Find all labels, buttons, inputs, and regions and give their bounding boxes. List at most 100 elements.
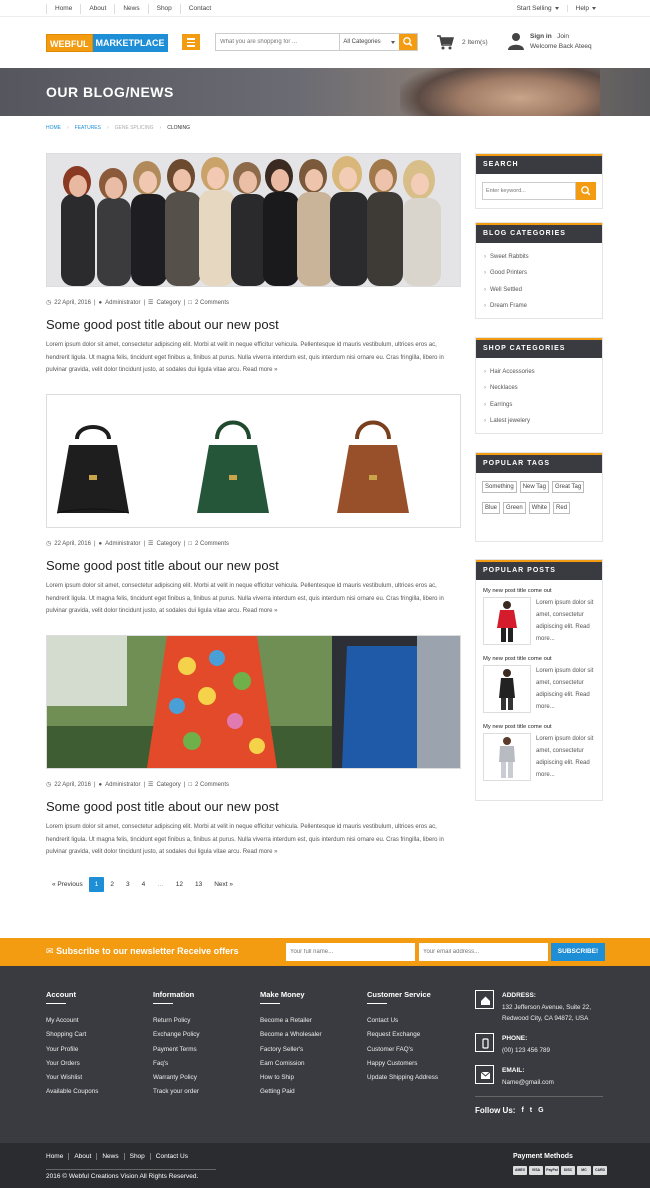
page-12[interactable]: 12 bbox=[170, 877, 189, 892]
top-nav-home[interactable]: Home bbox=[46, 3, 82, 14]
popular-post-item[interactable]: My new post title come out Lorem ipsum d… bbox=[483, 724, 595, 781]
post-image[interactable] bbox=[46, 394, 461, 528]
post-author[interactable]: Administrator bbox=[105, 300, 140, 306]
start-selling-dropdown[interactable]: Start Selling bbox=[509, 5, 567, 12]
top-nav-about[interactable]: About bbox=[81, 3, 116, 14]
footer-link[interactable]: Your Profile bbox=[46, 1043, 98, 1057]
sign-in-link[interactable]: Sign in bbox=[530, 33, 552, 40]
page-3[interactable]: 3 bbox=[120, 877, 136, 892]
twitter-icon[interactable]: t bbox=[530, 1107, 532, 1114]
post-image[interactable] bbox=[46, 635, 461, 769]
sidebar-search-input[interactable] bbox=[482, 182, 576, 200]
site-logo[interactable]: WEBFUL MARKETPLACE bbox=[46, 34, 168, 52]
footer-link[interactable]: Track your order bbox=[153, 1085, 200, 1099]
popular-post-title[interactable]: My new post title come out bbox=[483, 656, 595, 662]
tag-great-tag[interactable]: Great Tag bbox=[551, 481, 585, 493]
shop-category-item[interactable]: Latest jewelery bbox=[484, 413, 594, 429]
post-title[interactable]: Some good post title about our new post bbox=[46, 799, 461, 814]
bottom-nav-shop[interactable]: Shop bbox=[123, 1153, 150, 1160]
post-author[interactable]: Administrator bbox=[105, 782, 140, 788]
footer-link[interactable]: Return Policy bbox=[153, 1014, 200, 1028]
blog-category-item[interactable]: Well Settled bbox=[484, 282, 594, 298]
email-value[interactable]: Name@gmail.com bbox=[502, 1077, 554, 1088]
page-4[interactable]: 4 bbox=[136, 877, 152, 892]
sidebar-search-button[interactable] bbox=[576, 182, 596, 200]
blog-category-item[interactable]: Dream Frame bbox=[484, 298, 594, 314]
footer-link[interactable]: Faq's bbox=[153, 1057, 200, 1071]
post-comments[interactable]: 2 Comments bbox=[195, 541, 229, 547]
breadcrumb-home[interactable]: HOME bbox=[46, 125, 61, 131]
page-1[interactable]: 1 bbox=[88, 877, 105, 892]
post-category[interactable]: Category bbox=[156, 541, 180, 547]
header-search-button[interactable] bbox=[399, 34, 417, 50]
bottom-nav-contact[interactable]: Contact Us bbox=[149, 1153, 193, 1160]
newsletter-name-input[interactable] bbox=[286, 943, 415, 961]
read-more-link[interactable]: Read more » bbox=[243, 367, 278, 373]
post-image[interactable] bbox=[46, 153, 461, 287]
breadcrumb-features[interactable]: FEATURES bbox=[75, 125, 101, 131]
read-more-link[interactable]: Read more » bbox=[243, 849, 278, 855]
footer-link[interactable]: My Account bbox=[46, 1014, 98, 1028]
newsletter-email-input[interactable] bbox=[419, 943, 548, 961]
blog-category-item[interactable]: Sweet Rabbits bbox=[484, 249, 594, 265]
top-nav-contact[interactable]: Contact bbox=[181, 4, 219, 14]
blog-category-item[interactable]: Good Printers bbox=[484, 265, 594, 281]
shop-category-item[interactable]: Necklaces bbox=[484, 380, 594, 396]
tag-white[interactable]: White bbox=[528, 502, 551, 514]
menu-button[interactable] bbox=[182, 34, 200, 50]
footer-link[interactable]: Factory Seller's bbox=[260, 1043, 322, 1057]
footer-link[interactable]: Happy Customers bbox=[367, 1057, 438, 1071]
tag-something[interactable]: Something bbox=[482, 481, 517, 493]
popular-post-thumbnail[interactable] bbox=[483, 733, 531, 781]
popular-post-item[interactable]: My new post title come out Lorem ipsum d… bbox=[483, 588, 595, 645]
top-nav-shop[interactable]: Shop bbox=[149, 3, 181, 14]
footer-link[interactable]: Available Coupons bbox=[46, 1085, 98, 1099]
tag-blue[interactable]: Blue bbox=[482, 502, 501, 514]
post-category[interactable]: Category bbox=[156, 300, 180, 306]
post-title[interactable]: Some good post title about our new post bbox=[46, 558, 461, 573]
popular-post-title[interactable]: My new post title come out bbox=[483, 724, 595, 730]
footer-link[interactable]: Shopping Cart bbox=[46, 1028, 98, 1042]
popular-post-thumbnail[interactable] bbox=[483, 665, 531, 713]
bottom-nav-home[interactable]: Home bbox=[46, 1153, 68, 1160]
post-title[interactable]: Some good post title about our new post bbox=[46, 317, 461, 332]
tag-red[interactable]: Red bbox=[553, 502, 571, 514]
post-comments[interactable]: 2 Comments bbox=[195, 300, 229, 306]
footer-link[interactable]: Earn Comission bbox=[260, 1057, 322, 1071]
pagination-previous[interactable]: « Previous bbox=[46, 877, 89, 892]
footer-link[interactable]: Update Shipping Address bbox=[367, 1071, 438, 1085]
join-link[interactable]: Join bbox=[557, 33, 569, 40]
footer-link[interactable]: Customer FAQ's bbox=[367, 1043, 438, 1057]
pagination-next[interactable]: Next » bbox=[208, 877, 239, 892]
bottom-nav-about[interactable]: About bbox=[68, 1153, 96, 1160]
footer-link[interactable]: Exchange Policy bbox=[153, 1028, 200, 1042]
shop-category-item[interactable]: Earrings bbox=[484, 397, 594, 413]
footer-link[interactable]: How to Ship bbox=[260, 1071, 322, 1085]
post-author[interactable]: Administrator bbox=[105, 541, 140, 547]
category-select[interactable]: All Categories bbox=[339, 34, 399, 50]
footer-link[interactable]: Payment Terms bbox=[153, 1043, 200, 1057]
post-category[interactable]: Category bbox=[156, 782, 180, 788]
header-search-input[interactable] bbox=[216, 34, 340, 50]
popular-post-thumbnail[interactable] bbox=[483, 597, 531, 645]
footer-link[interactable]: Request Exchange bbox=[367, 1028, 438, 1042]
help-dropdown[interactable]: Help bbox=[566, 5, 604, 12]
bottom-nav-news[interactable]: News bbox=[96, 1153, 123, 1160]
footer-link[interactable]: Contact Us bbox=[367, 1014, 438, 1028]
footer-link[interactable]: Warranty Policy bbox=[153, 1071, 200, 1085]
read-more-link[interactable]: Read more » bbox=[243, 608, 278, 614]
footer-link[interactable]: Getting Paid bbox=[260, 1085, 322, 1099]
google-plus-icon[interactable]: G bbox=[538, 1107, 543, 1114]
page-2[interactable]: 2 bbox=[104, 877, 120, 892]
footer-link[interactable]: Become a Wholesaler bbox=[260, 1028, 322, 1042]
subscribe-button[interactable]: SUBSCRIBE! bbox=[551, 943, 605, 961]
shop-category-item[interactable]: Hair Accessories bbox=[484, 364, 594, 380]
post-comments[interactable]: 2 Comments bbox=[195, 782, 229, 788]
breadcrumb-gene-splicing[interactable]: GENE SPLICING bbox=[115, 125, 154, 131]
footer-link[interactable]: Become a Retailer bbox=[260, 1014, 322, 1028]
footer-link[interactable]: Your Wishlist bbox=[46, 1071, 98, 1085]
facebook-icon[interactable]: f bbox=[521, 1107, 523, 1114]
top-nav-news[interactable]: News bbox=[115, 3, 149, 14]
tag-green[interactable]: Green bbox=[503, 502, 526, 514]
footer-link[interactable]: Your Orders bbox=[46, 1057, 98, 1071]
